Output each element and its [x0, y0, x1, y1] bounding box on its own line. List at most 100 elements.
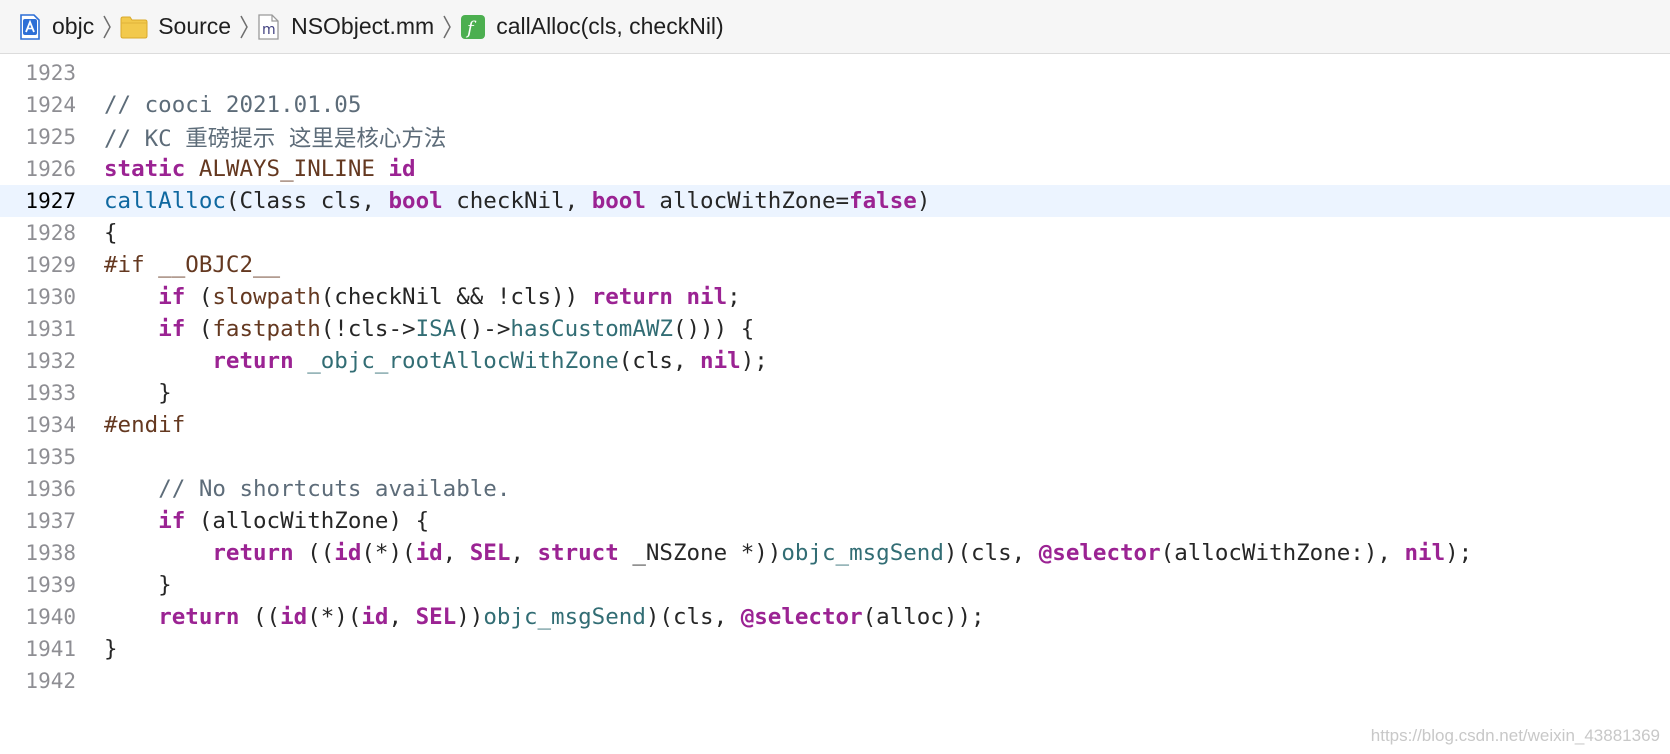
- line-number[interactable]: 1926: [0, 157, 76, 181]
- code-token-plain: ): [916, 188, 931, 214]
- file-type-glyph: m: [262, 22, 276, 38]
- code-line[interactable]: 1939 }: [0, 569, 1670, 601]
- code-token-plain: }: [104, 380, 172, 406]
- breadcrumb-item-function[interactable]: f callAlloc(cls, checkNil): [460, 13, 724, 40]
- code-line[interactable]: 1941}: [0, 633, 1670, 665]
- code-text: #endif: [104, 412, 185, 438]
- breadcrumb-item-file[interactable]: m NSObject.mm: [257, 13, 434, 40]
- source-editor[interactable]: 1923 1924 // cooci 2021.01.05 1925 // KC 重磅提…: [0, 54, 1670, 754]
- xcode-project-icon: [18, 13, 42, 40]
- code-token-plain: ((: [293, 540, 335, 566]
- breadcrumb-label-file: NSObject.mm: [291, 13, 435, 39]
- code-line[interactable]: 1929 #if __OBJC2__: [0, 249, 1670, 281]
- code-token-kw: SEL: [469, 540, 511, 566]
- code-token-mac: fastpath: [212, 316, 321, 342]
- code-token-fn: objc_msgSend: [483, 604, 646, 630]
- code-line[interactable]: 1934 #endif: [0, 409, 1670, 441]
- code-token-kw: return: [212, 540, 294, 566]
- code-token-kw: struct: [537, 540, 619, 566]
- code-token-plain: )(cls,: [943, 540, 1039, 566]
- line-number[interactable]: 1942: [0, 669, 76, 693]
- line-number[interactable]: 1940: [0, 605, 76, 629]
- line-number[interactable]: 1936: [0, 477, 76, 501]
- code-line[interactable]: 1935: [0, 441, 1670, 473]
- code-token-plain: ()->: [456, 316, 511, 342]
- line-number[interactable]: 1939: [0, 573, 76, 597]
- line-number[interactable]: 1929: [0, 253, 76, 277]
- line-number[interactable]: 1931: [0, 317, 76, 341]
- code-line[interactable]: 1932 return _objc_rootAllocWithZone(cls,…: [0, 345, 1670, 377]
- code-token-kw: if: [158, 316, 186, 342]
- code-line[interactable]: 1938 return ((id(*)(id, SEL, struct _NSZ…: [0, 537, 1670, 569]
- code-token-cmt: // cooci 2021.01.05: [104, 92, 362, 118]
- code-token-kw: bool: [591, 188, 646, 214]
- code-line[interactable]: 1927 callAlloc(Class cls, bool checkNil, …: [0, 185, 1670, 217]
- line-number[interactable]: 1927: [0, 189, 76, 213]
- code-token-cmt: // No shortcuts available.: [158, 476, 511, 502]
- code-token-kw: @selector: [740, 604, 863, 630]
- line-number[interactable]: 1938: [0, 541, 76, 565]
- breadcrumb-item-folder[interactable]: Source: [120, 13, 231, 40]
- code-token-plain: (Class cls,: [225, 188, 389, 214]
- code-line[interactable]: 1930 if (slowpath(checkNil && !cls)) ret…: [0, 281, 1670, 313]
- code-token-mac: #if __OBJC2__: [104, 252, 281, 278]
- code-token-plain: )(cls,: [645, 604, 741, 630]
- code-line[interactable]: 1928 {: [0, 217, 1670, 249]
- line-number[interactable]: 1937: [0, 509, 76, 533]
- code-text: static ALWAYS_INLINE id: [104, 156, 416, 182]
- code-line[interactable]: 1933 }: [0, 377, 1670, 409]
- code-line[interactable]: 1923: [0, 57, 1670, 89]
- line-number[interactable]: 1930: [0, 285, 76, 309]
- code-token-plain: ;: [727, 284, 741, 310]
- code-token-fn: objc_msgSend: [781, 540, 944, 566]
- code-text: #if __OBJC2__: [104, 252, 280, 278]
- code-text: }: [104, 572, 172, 598]
- code-token-plain: ,: [388, 604, 416, 630]
- code-token-plain: ((: [239, 604, 281, 630]
- objc-file-icon: m: [257, 13, 281, 40]
- code-line[interactable]: 1942: [0, 665, 1670, 697]
- code-token-plain: ())) {: [672, 316, 755, 342]
- line-number[interactable]: 1925: [0, 125, 76, 149]
- code-line[interactable]: 1940 return ((id(*)(id, SEL))objc_msgSen…: [0, 601, 1670, 633]
- code-token-mac: #endif: [104, 412, 186, 438]
- code-text: // No shortcuts available.: [104, 476, 510, 502]
- code-line[interactable]: 1925 // KC 重磅提示 这里是核心方法: [0, 121, 1670, 153]
- code-token-plain: (checkNil && !cls)): [320, 284, 592, 310]
- function-icon: f: [460, 14, 486, 40]
- code-token-kw: static: [104, 156, 186, 182]
- line-number[interactable]: 1924: [0, 93, 76, 117]
- breadcrumb-label-function: callAlloc(cls, checkNil): [496, 13, 724, 39]
- breadcrumb-item-project[interactable]: objc: [18, 13, 94, 40]
- code-text: // cooci 2021.01.05: [104, 92, 361, 118]
- code-token-plain: _NSZone *)): [618, 540, 782, 566]
- code-token-fn: ISA: [415, 316, 457, 342]
- code-text: // KC 重磅提示 这里是核心方法: [104, 121, 446, 153]
- code-token-kw: return: [212, 348, 294, 374]
- line-number[interactable]: 1934: [0, 413, 76, 437]
- line-number[interactable]: 1935: [0, 445, 76, 469]
- code-line[interactable]: 1926 static ALWAYS_INLINE id: [0, 153, 1670, 185]
- line-number[interactable]: 1941: [0, 637, 76, 661]
- code-line[interactable]: 1937 if (allocWithZone) {: [0, 505, 1670, 537]
- code-token-plain: );: [740, 348, 768, 374]
- code-line[interactable]: 1924 // cooci 2021.01.05: [0, 89, 1670, 121]
- code-text: {: [104, 220, 118, 246]
- code-line[interactable]: 1931 if (fastpath(!cls->ISA()->hasCustom…: [0, 313, 1670, 345]
- folder-icon: [120, 15, 148, 39]
- code-token-plain: {: [104, 220, 118, 246]
- chevron-right-icon: [442, 14, 452, 40]
- code-line[interactable]: 1936 // No shortcuts available.: [0, 473, 1670, 505]
- line-number[interactable]: 1928: [0, 221, 76, 245]
- line-number[interactable]: 1923: [0, 61, 76, 85]
- line-number[interactable]: 1932: [0, 349, 76, 373]
- code-token-kw: id: [334, 540, 362, 566]
- line-number[interactable]: 1933: [0, 381, 76, 405]
- breadcrumb-label-project: objc: [52, 13, 95, 39]
- code-token-plain: (alloc));: [862, 604, 985, 630]
